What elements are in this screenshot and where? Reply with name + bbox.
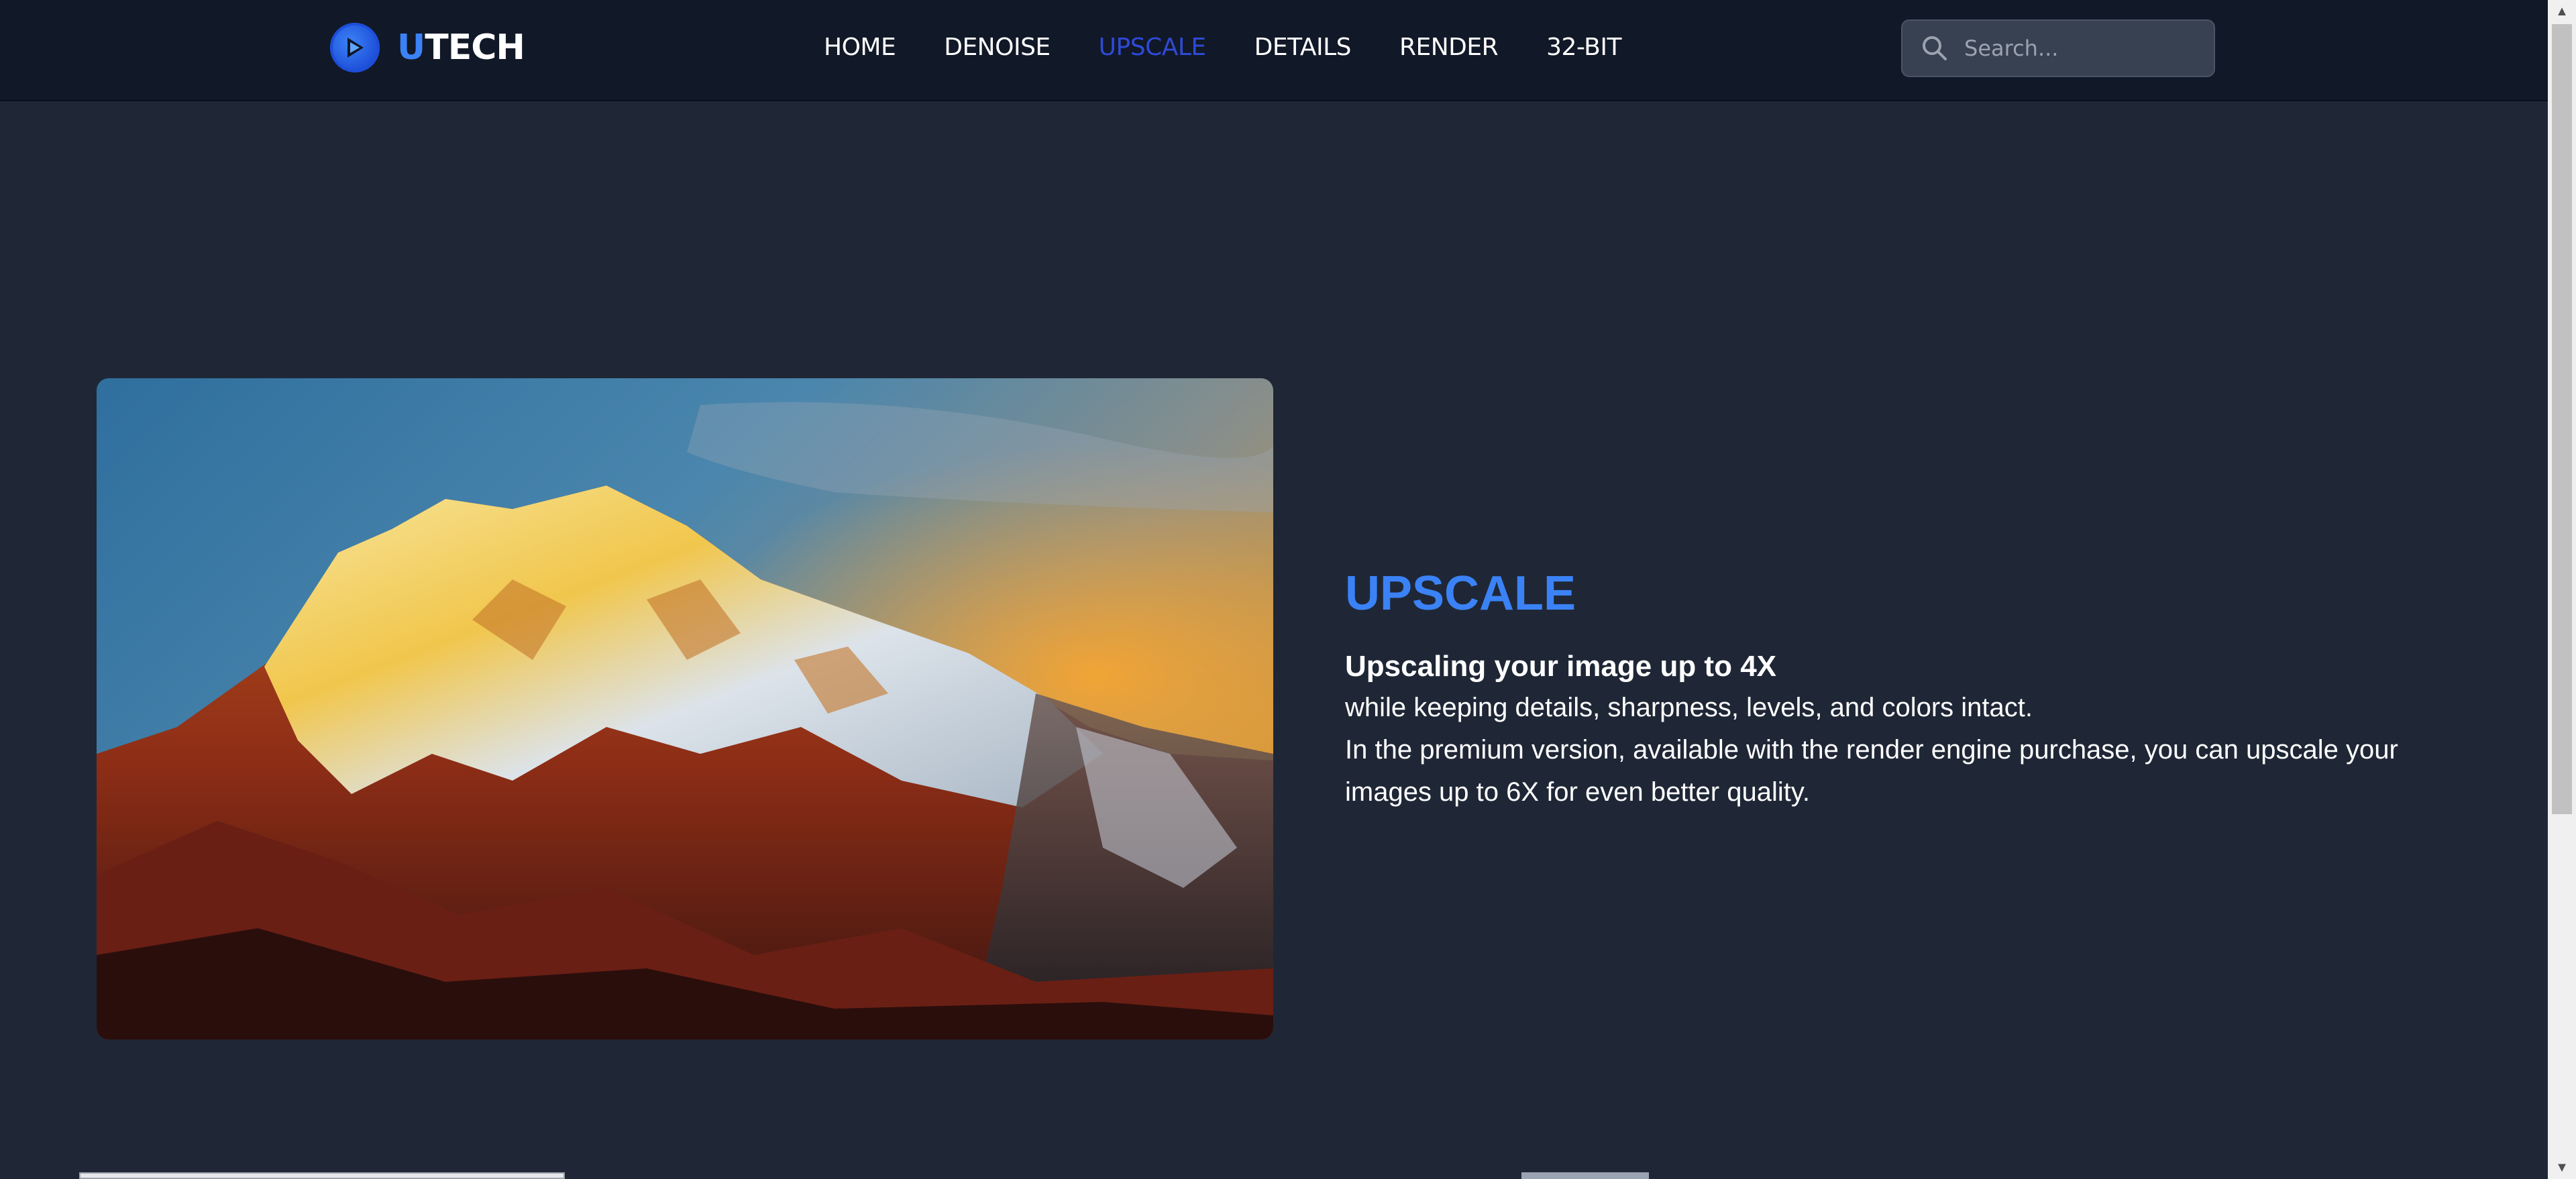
- search-box[interactable]: [1901, 19, 2215, 77]
- vertical-scrollbar[interactable]: ▲ ▼: [2548, 0, 2576, 1179]
- horizontal-scroll-track[interactable]: [79, 1172, 565, 1179]
- hero-text: UPSCALE Upscaling your image up to 4X wh…: [1345, 565, 2459, 813]
- scroll-up-arrow-icon[interactable]: ▲: [2548, 0, 2576, 23]
- nav-denoise[interactable]: DENOISE: [944, 34, 1051, 61]
- mountain-sunset-photo: [97, 378, 1273, 1040]
- hero-description-line: In the premium version, available with t…: [1345, 735, 2398, 765]
- vertical-scroll-thumb[interactable]: [2552, 24, 2572, 814]
- brand-name-accent: U: [397, 27, 425, 68]
- main-nav: HOME DENOISE UPSCALE DETAILS RENDER 32-B…: [824, 34, 1670, 61]
- nav-details[interactable]: DETAILS: [1254, 34, 1352, 61]
- search-icon: [1923, 36, 1947, 60]
- hero-image: [97, 378, 1273, 1040]
- hero-title: UPSCALE: [1345, 567, 1576, 620]
- nav-home[interactable]: HOME: [824, 34, 896, 61]
- scroll-down-arrow-icon[interactable]: ▼: [2548, 1156, 2576, 1179]
- hero-subtitle: Upscaling your image up to 4X: [1345, 650, 1777, 683]
- logo-icon: [330, 23, 380, 72]
- brand-logo[interactable]: UTECH: [330, 23, 525, 72]
- top-navbar: UTECH HOME DENOISE UPSCALE DETAILS RENDE…: [0, 0, 2548, 101]
- nav-32-bit[interactable]: 32-BIT: [1546, 34, 1621, 61]
- brand-name: UTECH: [397, 27, 525, 68]
- horizontal-scroll-thumb[interactable]: [1521, 1172, 1649, 1179]
- nav-render[interactable]: RENDER: [1399, 34, 1499, 61]
- hero-description-line: images up to 6X for even better quality.: [1345, 777, 1810, 807]
- hero-description-line: while keeping details, sharpness, levels…: [1345, 693, 2033, 722]
- nav-upscale[interactable]: UPSCALE: [1099, 34, 1206, 61]
- brand-name-rest: TECH: [425, 27, 525, 68]
- search-input[interactable]: [1964, 36, 2192, 61]
